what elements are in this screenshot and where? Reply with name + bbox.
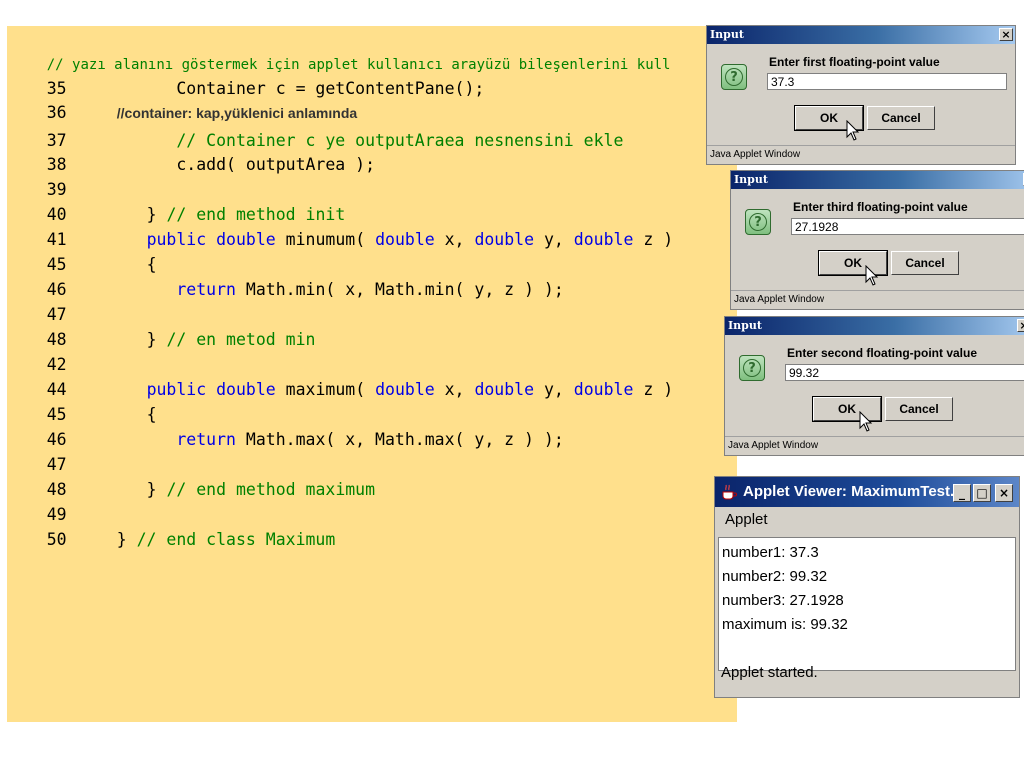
code-text: Math.max( x, Math.max( y, z ) ); [245, 430, 564, 449]
code-comment: // en metod min [166, 330, 316, 349]
code-line-39: 39 [7, 154, 117, 199]
java-cup-icon [722, 484, 737, 500]
keyword: double [573, 230, 634, 249]
dialog-prompt: Enter second floating-point value [787, 346, 978, 360]
keyword: return [176, 430, 236, 449]
close-button[interactable]: × [999, 28, 1013, 41]
code-text: minumum( [285, 230, 366, 249]
viewer-title: Applet Viewer: MaximumTest.... [743, 483, 967, 500]
dialog-prompt: Enter third floating-point value [793, 200, 968, 214]
output-line: number3: 27.1928 [722, 592, 844, 609]
dialog-title: Input [728, 319, 762, 332]
code-text: Math.min( x, Math.min( y, z ) ); [245, 280, 564, 299]
keyword: return [176, 280, 236, 299]
keyword: double [216, 380, 276, 399]
code-text: y, [543, 380, 564, 399]
code-text: x, [444, 380, 465, 399]
cancel-button[interactable]: Cancel [891, 251, 959, 275]
keyword: double [474, 230, 535, 249]
code-text: c.add( outputArea ); [176, 155, 376, 174]
code-line-47: 47 [7, 279, 117, 324]
close-button[interactable]: × [995, 484, 1013, 502]
dialog-title: Input [710, 28, 744, 41]
code-line-42: 42 [7, 329, 117, 374]
code-comment: // end method maximum [166, 480, 376, 499]
code-comment: // end class Maximum [136, 530, 336, 549]
code-line-50: 50} // end class Maximum [7, 504, 336, 549]
dialog-title-bar[interactable]: Input × [725, 317, 1024, 335]
dialog-title: Input [734, 173, 768, 186]
code-line-36: 36//container: kap,yüklenici anlamında [7, 77, 357, 122]
maximize-button[interactable]: □ [973, 484, 991, 502]
value-input[interactable] [785, 364, 1024, 381]
applet-viewer-window: Applet Viewer: MaximumTest.... _ □ × App… [714, 476, 1020, 698]
code-line-46: 46 return Math.min( x, Math.min( y, z ) … [7, 254, 564, 299]
mouse-cursor-icon [865, 265, 879, 286]
output-line: number2: 99.32 [722, 568, 828, 585]
line-number: 50 [46, 530, 67, 549]
keyword: double [375, 230, 435, 249]
cancel-button[interactable]: Cancel [867, 106, 935, 130]
keyword: double [573, 380, 634, 399]
code-text: z ) [643, 380, 674, 399]
keyword: double [474, 380, 535, 399]
code-line-44: 44 public double maximum( double x, doub… [7, 354, 673, 399]
question-icon: ? [739, 355, 765, 381]
code-line-49: 49 [7, 479, 117, 524]
code-panel: // yazı alanını göstermek için applet ku… [7, 26, 737, 722]
keyword: double [375, 380, 435, 399]
applet-window-status: Java Applet Window [725, 436, 1024, 455]
mouse-cursor-icon [846, 120, 860, 141]
keyword: double [216, 230, 276, 249]
value-input[interactable] [791, 218, 1024, 235]
code-text: } [146, 330, 157, 349]
code-line-41: 41 public double minumum( double x, doub… [7, 204, 673, 249]
minimize-button[interactable]: _ [953, 484, 971, 502]
value-input[interactable] [767, 73, 1007, 90]
code-text: } [146, 480, 157, 499]
code-line-45b: 45 { [7, 379, 157, 424]
output-line: maximum is: 99.32 [722, 616, 848, 633]
code-line-48: 48 } // en metod min [7, 304, 316, 349]
code-text: z ) [643, 230, 674, 249]
dialog-prompt: Enter first floating-point value [769, 55, 940, 69]
code-line-48b: 48 } // end method maximum [7, 454, 375, 499]
code-line-header: // yazı alanını göstermek için applet ku… [7, 28, 671, 73]
code-line-35: 35 Container c = getContentPane(); [7, 53, 485, 98]
mouse-cursor-icon [859, 411, 873, 432]
code-line-40: 40 } // end method init [7, 179, 346, 224]
code-text: x, [444, 230, 465, 249]
code-text: } [116, 530, 127, 549]
code-line-37: 37 // Container c ye outputAraea nesnens… [7, 105, 624, 150]
input-dialog-third: Input × ? Enter third floating-point val… [730, 170, 1024, 310]
input-dialog-first: Input × ? Enter first floating-point val… [706, 25, 1016, 165]
code-line-45: 45 { [7, 229, 157, 274]
viewer-title-bar[interactable]: Applet Viewer: MaximumTest.... _ □ × [715, 477, 1019, 507]
cancel-button[interactable]: Cancel [885, 397, 953, 421]
output-line: number1: 37.3 [722, 544, 819, 561]
code-line-38: 38 c.add( outputArea ); [7, 129, 375, 174]
viewer-status: Applet started. [721, 664, 818, 681]
question-icon: ? [745, 209, 771, 235]
question-icon: ? [721, 64, 747, 90]
input-dialog-second: Input × ? Enter second floating-point va… [724, 316, 1024, 456]
applet-window-status: Java Applet Window [707, 145, 1015, 164]
code-text: maximum( [285, 380, 366, 399]
dialog-title-bar[interactable]: Input × [731, 171, 1024, 189]
dialog-title-bar[interactable]: Input × [707, 26, 1015, 44]
menu-applet[interactable]: Applet [715, 507, 1019, 533]
code-line-46b: 46 return Math.max( x, Math.max( y, z ) … [7, 404, 564, 449]
close-button[interactable]: × [1017, 319, 1024, 332]
code-line-47b: 47 [7, 429, 117, 474]
code-text: y, [543, 230, 564, 249]
output-area[interactable]: number1: 37.3 number2: 99.32 number3: 27… [718, 537, 1016, 671]
applet-window-status: Java Applet Window [731, 290, 1024, 309]
